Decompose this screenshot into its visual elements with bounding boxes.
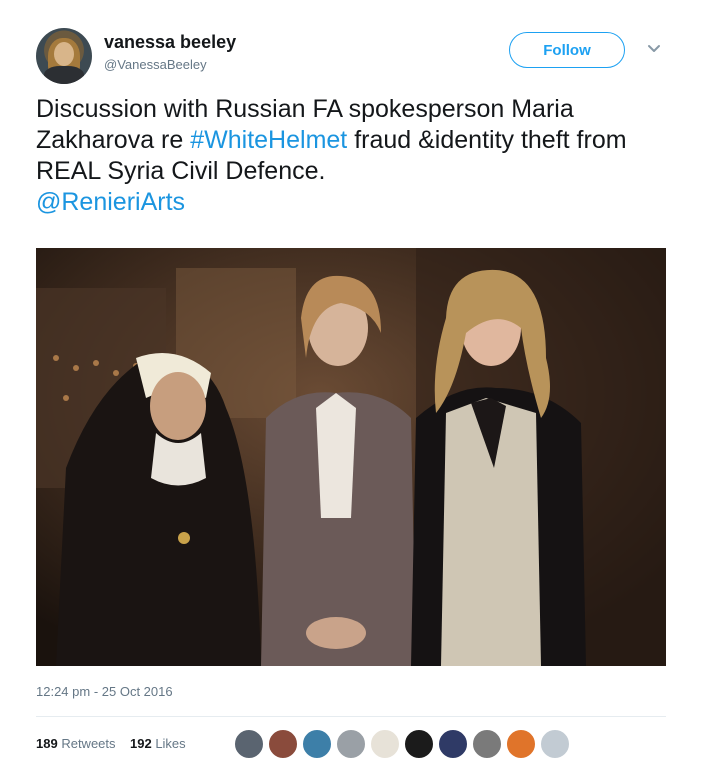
tweet-text: Discussion with Russian FA spokesperson … (36, 94, 676, 218)
liker-avatar-7[interactable] (438, 729, 468, 759)
liker-avatar-2[interactable] (268, 729, 298, 759)
mention-link[interactable]: @RenieriArts (36, 188, 185, 216)
retweets-stat[interactable]: 189 Retweets (36, 736, 116, 751)
tweet-photo[interactable] (36, 248, 666, 666)
follow-button[interactable]: Follow (509, 32, 625, 68)
retweets-count: 189 (36, 736, 58, 751)
retweets-label: Retweets (61, 736, 116, 751)
likes-count: 192 (129, 736, 152, 751)
avatar-body (44, 66, 84, 84)
liker-avatar-1[interactable] (234, 729, 264, 759)
liker-avatar-5[interactable] (370, 729, 400, 759)
tweet-stats: 189 Retweets 192 Likes (36, 736, 186, 751)
liker-avatars (234, 729, 574, 759)
liker-avatar-8[interactable] (472, 729, 502, 759)
tweet-timestamp[interactable]: 12:24 pm - 25 Oct 2016 (36, 684, 173, 699)
hashtag-link[interactable]: #WhiteHelmet (190, 126, 347, 154)
photo-image (36, 248, 666, 666)
liker-avatar-6[interactable] (404, 729, 434, 759)
avatar-face (54, 42, 74, 66)
liker-avatar-9[interactable] (506, 729, 536, 759)
user-handle[interactable]: @VanessaBeeley (104, 57, 207, 72)
likes-label: Likes (155, 736, 186, 751)
liker-avatar-10[interactable] (540, 729, 570, 759)
avatar[interactable] (36, 28, 92, 84)
liker-avatar-4[interactable] (336, 729, 366, 759)
likes-stat[interactable]: 192 Likes (130, 736, 186, 751)
display-name[interactable]: vanessa beeley (104, 32, 236, 53)
liker-avatar-3[interactable] (302, 729, 332, 759)
divider (36, 716, 666, 717)
chevron-down-icon[interactable] (646, 40, 662, 56)
